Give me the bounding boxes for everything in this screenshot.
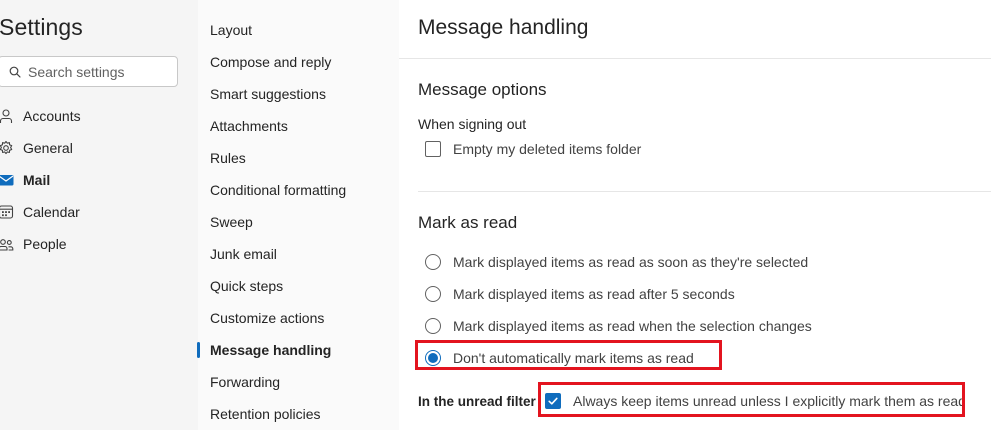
nav-conditional-formatting[interactable]: Conditional formatting [210, 174, 395, 206]
highlight-box-keep-unread [538, 382, 965, 417]
category-label: General [23, 140, 73, 156]
settings-title: Settings [0, 14, 83, 40]
mark-as-read-title: Mark as read [418, 213, 518, 232]
category-label: Calendar [23, 204, 80, 220]
header-divider [399, 58, 991, 59]
category-label: Mail [23, 172, 51, 188]
nav-rules[interactable]: Rules [210, 142, 395, 174]
nav-smart-suggestions[interactable]: Smart suggestions [210, 78, 395, 110]
mark-read-when-selected-option[interactable]: Mark displayed items as read as soon as … [425, 250, 808, 274]
category-mail[interactable]: Mail [0, 164, 190, 196]
category-general[interactable]: General [0, 132, 190, 164]
option-label: Mark displayed items as read when the se… [453, 318, 812, 334]
people-icon [0, 236, 14, 252]
mark-read-selection-changes-option[interactable]: Mark displayed items as read when the se… [425, 314, 812, 338]
nav-junk-email[interactable]: Junk email [210, 238, 395, 270]
category-accounts[interactable]: Accounts [0, 100, 190, 132]
category-people[interactable]: People [0, 228, 190, 260]
option-label: Mark displayed items as read after 5 sec… [453, 286, 735, 302]
selected-indicator [197, 342, 200, 358]
nav-attachments[interactable]: Attachments [210, 110, 395, 142]
nav-forwarding[interactable]: Forwarding [210, 366, 395, 398]
person-icon [0, 108, 14, 124]
section-divider [418, 191, 991, 192]
mark-read-after-delay-option[interactable]: Mark displayed items as read after 5 sec… [425, 282, 735, 306]
settings-categories-pane: Settings Accounts General Mail Calendar [0, 0, 198, 430]
option-label: Empty my deleted items folder [453, 141, 642, 157]
nav-compose-and-reply[interactable]: Compose and reply [210, 46, 395, 78]
search-settings-input[interactable] [28, 63, 168, 80]
mark-read-selection-changes-radio[interactable] [425, 318, 441, 334]
empty-deleted-checkbox[interactable] [425, 141, 441, 157]
calendar-icon [0, 204, 14, 220]
mail-icon [0, 172, 14, 188]
page-title: Message handling [418, 16, 589, 39]
unread-filter-label: In the unread filter [418, 394, 536, 409]
nav-customize-actions[interactable]: Customize actions [210, 302, 395, 334]
search-icon [9, 66, 21, 78]
category-label: People [23, 236, 67, 252]
nav-sweep[interactable]: Sweep [210, 206, 395, 238]
signing-out-label: When signing out [418, 116, 527, 132]
gear-icon [0, 140, 14, 156]
mark-read-after-delay-radio[interactable] [425, 286, 441, 302]
message-handling-panel: Message handling Message options When si… [399, 0, 991, 430]
mark-read-when-selected-radio[interactable] [425, 254, 441, 270]
message-options-title: Message options [418, 80, 547, 99]
mail-settings-nav: Layout Compose and reply Smart suggestio… [197, 0, 399, 430]
highlight-box-dont-mark [415, 340, 722, 370]
category-calendar[interactable]: Calendar [0, 196, 190, 228]
empty-deleted-option[interactable]: Empty my deleted items folder [425, 137, 641, 161]
search-settings-box[interactable] [0, 56, 178, 87]
nav-retention-policies[interactable]: Retention policies [210, 398, 395, 430]
option-label: Mark displayed items as read as soon as … [453, 254, 809, 270]
category-label: Accounts [23, 108, 81, 124]
nav-layout[interactable]: Layout [210, 14, 395, 46]
nav-quick-steps[interactable]: Quick steps [210, 270, 395, 302]
nav-message-handling[interactable]: Message handling [210, 334, 395, 366]
